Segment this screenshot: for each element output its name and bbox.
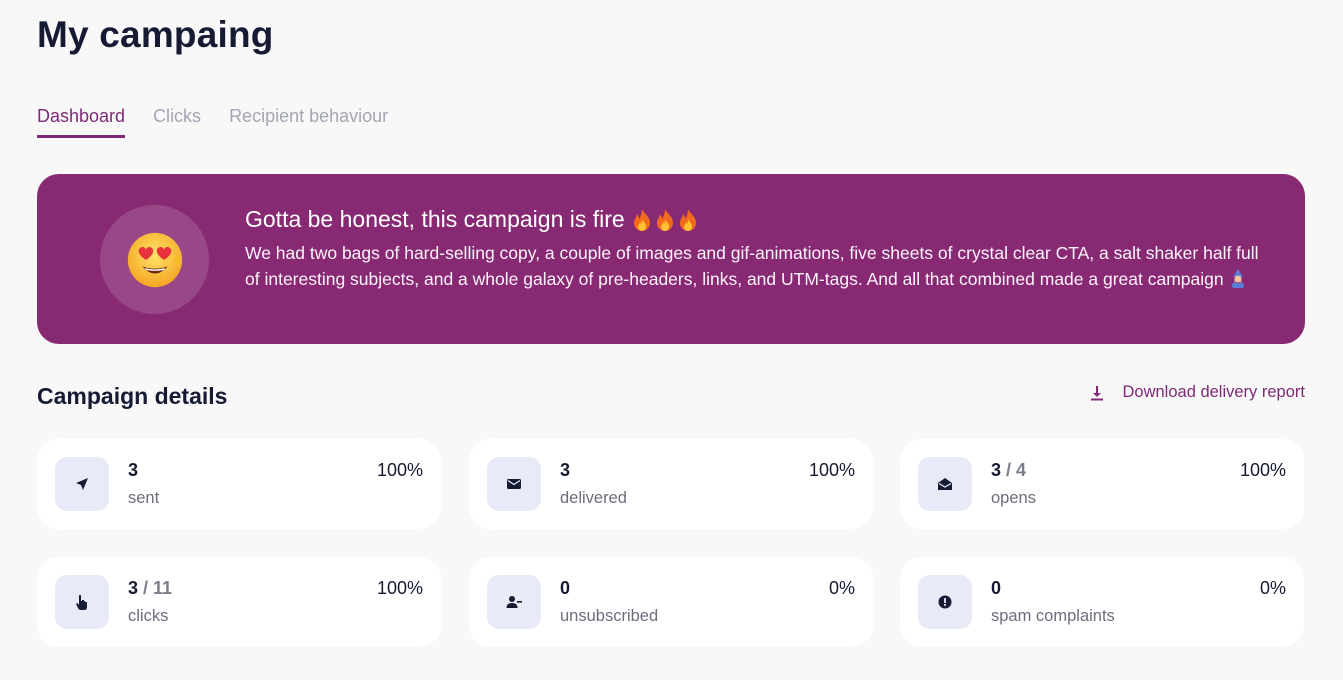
banner-text: We had two bags of hard-selling copy, a … xyxy=(245,240,1265,292)
user-minus-icon xyxy=(506,596,522,608)
stat-icon-box xyxy=(55,457,109,511)
stat-percent: 100% xyxy=(1239,460,1286,480)
stat-percent: 100% xyxy=(808,460,855,480)
tab-recipient-behaviour[interactable]: Recipient behaviour xyxy=(229,106,388,138)
stat-label: spam complaints xyxy=(991,607,1115,625)
stat-icon-box xyxy=(55,575,109,629)
stat-value: 0 xyxy=(560,578,571,598)
fire-icon xyxy=(679,208,696,231)
stat-card-spam-complaints: 0 spam complaints 0% xyxy=(900,557,1304,647)
stat-card-sent: 3 sent 100% xyxy=(37,439,441,529)
envelope-open-icon xyxy=(938,478,952,490)
fire-icon xyxy=(633,208,650,231)
banner-title: Gotta be honest, this campaign is fire xyxy=(245,206,699,233)
stat-icon-box xyxy=(487,457,541,511)
fire-icon xyxy=(656,208,673,231)
stat-label: unsubscribed xyxy=(560,607,659,625)
stat-value: 3 / 4 xyxy=(991,460,1027,480)
mage-icon xyxy=(1231,269,1244,288)
stat-card-delivered: 3 delivered 100% xyxy=(469,439,873,529)
stat-percent: 0% xyxy=(1259,578,1286,598)
stat-value: 3 xyxy=(128,460,139,480)
stat-value: 0 xyxy=(991,578,1002,598)
stat-percent: 0% xyxy=(828,578,855,598)
download-delivery-report-link[interactable]: Download delivery report xyxy=(1090,383,1305,402)
stat-card-opens: 3 / 4 opens 100% xyxy=(900,439,1304,529)
stat-label: delivered xyxy=(560,489,627,507)
stat-card-unsubscribed: 0 unsubscribed 0% xyxy=(469,557,873,647)
stat-percent: 100% xyxy=(376,460,423,480)
stat-percent: 100% xyxy=(376,578,423,598)
page-title: My campaing xyxy=(37,14,274,55)
envelope-icon xyxy=(507,479,521,489)
download-icon xyxy=(1091,385,1104,400)
stat-card-clicks: 3 / 11 clicks 100% xyxy=(37,557,441,647)
banner-body: We had two bags of hard-selling copy, a … xyxy=(245,243,1259,289)
campaign-details-title: Campaign details xyxy=(37,383,228,409)
stat-label: opens xyxy=(991,489,1036,507)
exclamation-circle-icon xyxy=(938,595,952,609)
heart-eyes-icon xyxy=(127,232,182,287)
stat-label: clicks xyxy=(128,607,169,625)
stat-value: 3 xyxy=(560,460,571,480)
campaign-feedback-banner: Gotta be honest, this campaign is fire W… xyxy=(37,174,1305,344)
banner-title-text: Gotta be honest, this campaign is fire xyxy=(245,206,625,232)
stat-value: 3 / 11 xyxy=(128,578,173,598)
pointer-hand-icon xyxy=(76,595,87,610)
tab-bar: Dashboard Clicks Recipient behaviour xyxy=(37,106,388,138)
stat-label: sent xyxy=(128,489,160,507)
emoji-avatar xyxy=(100,205,209,314)
fire-icons xyxy=(631,208,699,232)
tab-dashboard[interactable]: Dashboard xyxy=(37,106,126,138)
paper-plane-icon xyxy=(76,478,88,490)
tab-clicks[interactable]: Clicks xyxy=(153,106,201,138)
stat-icon-box xyxy=(918,575,972,629)
stat-icon-box xyxy=(918,457,972,511)
download-label: Download delivery report xyxy=(1122,383,1305,401)
stat-icon-box xyxy=(487,575,541,629)
